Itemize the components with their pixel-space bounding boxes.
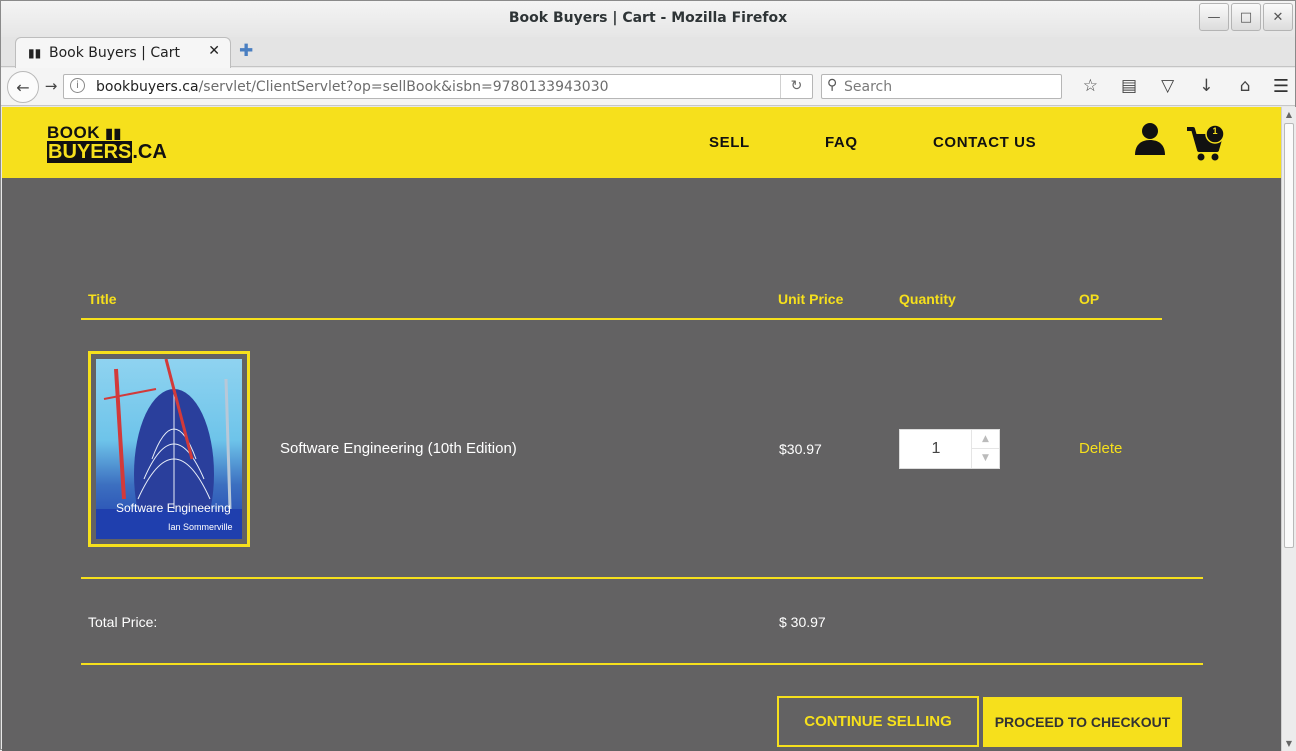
minimize-icon[interactable]: — xyxy=(1199,3,1229,31)
total-divider xyxy=(81,663,1203,665)
delete-item-link[interactable]: Delete xyxy=(1079,440,1122,457)
cover-author-text: Ian Sommerville xyxy=(168,522,233,532)
logo-text-book: BOOK xyxy=(47,123,100,142)
column-header-title: Title xyxy=(88,291,117,307)
page-content: BOOK ▮▮ BUYERS.CA SELL FAQ CONTACT US 1 … xyxy=(2,107,1281,751)
search-icon: ⚲ xyxy=(827,77,838,93)
tab-label: Book Buyers | Cart xyxy=(49,45,180,61)
forward-arrow-icon[interactable]: → xyxy=(39,77,63,99)
reload-icon[interactable]: ↻ xyxy=(780,75,812,98)
open-book-icon: ▮▮ xyxy=(105,125,122,141)
quantity-stepper[interactable]: ▲ ▼ xyxy=(899,429,1000,469)
window-title: Book Buyers | Cart - Mozilla Firefox xyxy=(508,10,788,26)
total-price-label: Total Price: xyxy=(88,614,158,630)
nav-link-sell[interactable]: SELL xyxy=(709,134,750,151)
url-text[interactable]: bookbuyers.ca/servlet/ClientServlet?op=s… xyxy=(96,79,609,95)
decrement-chevron-icon[interactable]: ▼ xyxy=(971,449,999,468)
quantity-input[interactable] xyxy=(900,430,972,468)
shopping-cart-icon[interactable]: 1 xyxy=(1186,123,1228,167)
browser-window: Book Buyers | Cart - Mozilla Firefox — □… xyxy=(0,0,1296,751)
window-controls: — □ ✕ xyxy=(1197,3,1293,31)
scroll-up-arrow-icon[interactable]: ▲ xyxy=(1282,107,1296,122)
increment-chevron-icon[interactable]: ▲ xyxy=(971,430,999,449)
item-divider xyxy=(81,577,1203,579)
site-info-icon[interactable]: i xyxy=(70,78,85,93)
back-arrow-icon[interactable]: ← xyxy=(7,71,39,103)
toolbar-icons: ☆ ▤ ▽ ↓ ⌂ xyxy=(1071,76,1264,96)
close-icon[interactable]: ✕ xyxy=(1263,3,1293,31)
maximize-icon[interactable]: □ xyxy=(1231,3,1261,31)
navigation-bar: ← → i bookbuyers.ca/servlet/ClientServle… xyxy=(1,68,1295,106)
column-header-quantity: Quantity xyxy=(899,291,956,307)
continue-selling-button[interactable]: CONTINUE SELLING xyxy=(777,696,979,747)
book-cover-thumbnail[interactable]: Software Engineering Ian Sommerville xyxy=(88,351,250,547)
page-scrollbar[interactable]: ▲ ▼ xyxy=(1281,107,1296,751)
bookmark-star-icon[interactable]: ☆ xyxy=(1071,76,1110,96)
logo-text-ca: .CA xyxy=(132,141,167,163)
home-icon[interactable]: ⌂ xyxy=(1226,76,1265,96)
url-bar[interactable]: i bookbuyers.ca/servlet/ClientServlet?op… xyxy=(63,74,813,99)
logo-text-buyers: BUYERS xyxy=(47,141,133,163)
tab-close-icon[interactable]: ✕ xyxy=(208,43,220,59)
book-favicon-icon: ▮▮ xyxy=(28,46,42,60)
new-tab-icon[interactable]: ✚ xyxy=(239,41,253,61)
column-header-unit-price: Unit Price xyxy=(778,291,844,307)
url-host: bookbuyers.ca xyxy=(96,79,199,95)
total-price-value: $ 30.97 xyxy=(779,614,826,630)
scroll-down-arrow-icon[interactable]: ▼ xyxy=(1282,736,1296,751)
hamburger-menu-icon[interactable]: ☰ xyxy=(1273,76,1289,97)
proceed-to-checkout-button[interactable]: PROCEED TO CHECKOUT xyxy=(983,697,1182,747)
pocket-icon[interactable]: ▽ xyxy=(1148,76,1187,96)
bookbuyers-logo[interactable]: BOOK ▮▮ BUYERS.CA xyxy=(47,123,167,163)
column-header-op: OP xyxy=(1079,291,1100,307)
header-divider xyxy=(81,318,1162,320)
site-header: BOOK ▮▮ BUYERS.CA SELL FAQ CONTACT US 1 xyxy=(2,107,1281,178)
nav-link-contact[interactable]: CONTACT US xyxy=(933,134,1036,151)
search-bar[interactable]: ⚲ xyxy=(821,74,1062,99)
user-account-icon[interactable] xyxy=(1134,122,1166,160)
reading-list-icon[interactable]: ▤ xyxy=(1110,76,1149,96)
title-bar: Book Buyers | Cart - Mozilla Firefox — □… xyxy=(1,1,1295,37)
nav-link-faq[interactable]: FAQ xyxy=(825,134,858,151)
download-arrow-icon[interactable]: ↓ xyxy=(1187,76,1226,96)
scrollbar-thumb[interactable] xyxy=(1284,123,1294,548)
search-input[interactable] xyxy=(844,78,1054,96)
cart-item-title[interactable]: Software Engineering (10th Edition) xyxy=(280,440,517,457)
tab-bar: ▮▮ Book Buyers | Cart ✕ ✚ xyxy=(1,37,1295,68)
cart-item-unit-price: $30.97 xyxy=(779,441,822,457)
cart-count-badge: 1 xyxy=(1212,126,1218,136)
tab-cart[interactable]: ▮▮ Book Buyers | Cart ✕ xyxy=(15,37,231,68)
cover-title-text: Software Engineering xyxy=(116,501,231,515)
book-cover-image: Software Engineering Ian Sommerville xyxy=(96,359,242,539)
url-path: /servlet/ClientServlet?op=sellBook&isbn=… xyxy=(198,79,609,95)
